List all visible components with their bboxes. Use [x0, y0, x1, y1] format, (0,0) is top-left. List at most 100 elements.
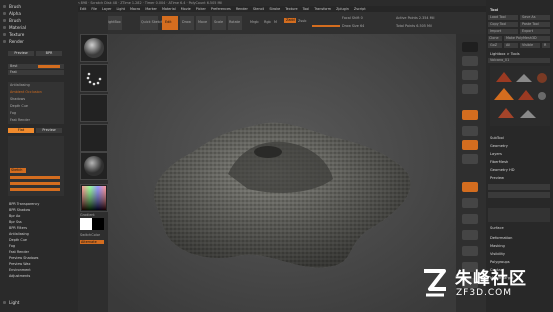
bpr-button[interactable]	[462, 42, 478, 52]
render-bpr-sss[interactable]: Bpr Sss	[9, 220, 22, 224]
preview-section[interactable]: Preview	[490, 176, 504, 180]
m-toggle[interactable]: M	[274, 20, 277, 24]
stroke-thumbnail[interactable]	[80, 64, 108, 92]
render-fog[interactable]: Fog	[9, 244, 15, 248]
menu-edit[interactable]: Edit	[80, 7, 87, 11]
menu-transform[interactable]: Transform	[314, 7, 331, 11]
render-preview-wax[interactable]: Preview Wax	[9, 262, 31, 266]
render-option-fast-render[interactable]: Fast Render	[10, 118, 30, 122]
z-intensity-slider[interactable]	[312, 25, 340, 27]
geometry-hd-section[interactable]: Geometry HD	[490, 168, 515, 172]
left-menu-texture[interactable]: Texture	[2, 32, 24, 37]
render-preview-shadows[interactable]: Preview Shadows	[9, 256, 38, 260]
menu-material[interactable]: Material	[162, 7, 176, 11]
menu-tool[interactable]: Tool	[303, 7, 310, 11]
left-menu-brush[interactable]: Brush	[2, 4, 21, 9]
render-option-shadows[interactable]: Shadows	[10, 97, 25, 101]
menu-file[interactable]: File	[91, 7, 97, 11]
deformation-section[interactable]: Deformation	[490, 236, 512, 240]
menu-macro[interactable]: Macro	[130, 7, 140, 11]
scroll-button[interactable]	[462, 70, 478, 80]
left-menu-material[interactable]: Material	[2, 25, 26, 30]
render-option-depth-cue[interactable]: Depth Cue	[10, 104, 28, 108]
render-option-fog[interactable]: Fog	[10, 111, 16, 115]
texture-thumbnail[interactable]	[80, 124, 108, 152]
layers-section[interactable]: Layers	[490, 152, 502, 156]
render-depth-cue[interactable]: Depth Cue	[9, 238, 27, 242]
render-bpr-filters[interactable]: BPR Filters	[9, 226, 27, 230]
menu-preferences[interactable]: Preferences	[211, 7, 231, 11]
render-bpr-transparency[interactable]: BPR Transparency	[9, 202, 39, 206]
render-best-row[interactable]: Best	[8, 64, 64, 69]
rgb-toggle[interactable]: Rgb	[264, 20, 271, 24]
menu-zscript[interactable]: Zscript	[354, 7, 366, 11]
color-picker[interactable]	[80, 184, 108, 212]
copy-tool-button[interactable]: Copy Tool	[488, 22, 518, 27]
geometry-section[interactable]: Geometry	[490, 144, 508, 148]
clone-button[interactable]: Clone	[488, 36, 502, 41]
material-thumbnail[interactable]	[80, 152, 108, 180]
zsub-toggle[interactable]: Zsub	[298, 19, 306, 23]
render-sketch-button[interactable]: Sketch	[10, 168, 26, 173]
render-antialiasing[interactable]: Antialiasing	[9, 232, 29, 236]
scale-view-button[interactable]	[462, 198, 478, 208]
secondary-color-swatch[interactable]	[92, 218, 104, 230]
render-tab-bpr[interactable]: BPR	[36, 51, 62, 56]
all-button[interactable]: All	[504, 43, 518, 48]
render-mode-flat[interactable]: Flat	[8, 128, 34, 133]
visible-button[interactable]: Visible	[520, 43, 540, 48]
left-menu-alpha[interactable]: Alpha	[3, 11, 21, 16]
preview-controls[interactable]	[488, 192, 550, 198]
menu-zplugin[interactable]: Zplugin	[336, 7, 349, 11]
render-fast-render[interactable]: Fast Render	[9, 250, 29, 254]
goz-button[interactable]: GoZ	[488, 43, 502, 48]
render-slider-3[interactable]	[10, 188, 60, 191]
main-color-swatch[interactable]	[80, 218, 92, 230]
gradient-label[interactable]: Gradient	[80, 213, 95, 217]
quick-sketch-button[interactable]: Quick Sketch	[140, 16, 163, 30]
render-bpr-ao[interactable]: Bpr Ao	[9, 214, 20, 218]
focal-shift-slider[interactable]: Focal Shift 0	[342, 16, 363, 20]
left-menu-light[interactable]: Light	[2, 300, 19, 305]
subtool-section[interactable]: SubTool	[490, 136, 504, 140]
visibility-section[interactable]: Visibility	[490, 252, 505, 256]
spix-button[interactable]	[462, 56, 478, 66]
rotate-button[interactable]: Rotate	[228, 16, 242, 30]
render-fast-row[interactable]: Fast	[8, 70, 64, 75]
menu-stencil[interactable]: Stencil	[253, 7, 264, 11]
alternate-button[interactable]: Alternate	[80, 240, 104, 244]
fibermesh-section[interactable]: FiberMesh	[490, 160, 508, 164]
frame-button[interactable]	[462, 154, 478, 164]
lightbox-tools-header[interactable]: Lightbox > Tools	[490, 52, 520, 56]
zoom-button[interactable]	[462, 84, 478, 94]
preview-slider[interactable]	[488, 184, 550, 190]
menu-movie[interactable]: Movie	[181, 7, 191, 11]
render-slider-1[interactable]	[10, 176, 60, 179]
render-option-ao[interactable]: Ambient Occlusion	[10, 90, 42, 94]
menu-render[interactable]: Render	[236, 7, 248, 11]
mrgb-toggle[interactable]: Mrgb	[250, 20, 259, 24]
edit-button[interactable]: Edit	[162, 16, 178, 30]
make-polymesh-button[interactable]: Make PolyMesh3D	[504, 36, 550, 41]
menu-texture[interactable]: Texture	[285, 7, 297, 11]
left-menu-render[interactable]: Render	[3, 39, 24, 44]
polyf-button[interactable]	[462, 230, 478, 240]
surface-section[interactable]: Surface	[490, 226, 504, 230]
menu-light[interactable]: Light	[116, 7, 124, 11]
render-tab-preview[interactable]: Preview	[8, 51, 34, 56]
transp-button[interactable]	[462, 246, 478, 256]
render-adjustments[interactable]: Adjustments	[9, 274, 30, 278]
local-button[interactable]	[462, 140, 478, 150]
persp-button[interactable]	[462, 110, 478, 120]
rotate-view-button[interactable]	[462, 214, 478, 224]
brush-thumbnail[interactable]	[80, 34, 108, 62]
scale-button[interactable]: Scale	[212, 16, 226, 30]
alpha-thumbnail[interactable]	[80, 94, 108, 122]
move-button[interactable]: Move	[196, 16, 210, 30]
draw-size-slider[interactable]: Draw Size 64	[342, 24, 364, 28]
r-button[interactable]: R	[542, 43, 550, 48]
current-tool-row[interactable]: Volcano_01	[488, 58, 550, 63]
import-button[interactable]: Import	[488, 29, 518, 34]
document-viewport[interactable]	[108, 34, 456, 312]
zadd-button[interactable]: Zadd	[284, 18, 296, 23]
